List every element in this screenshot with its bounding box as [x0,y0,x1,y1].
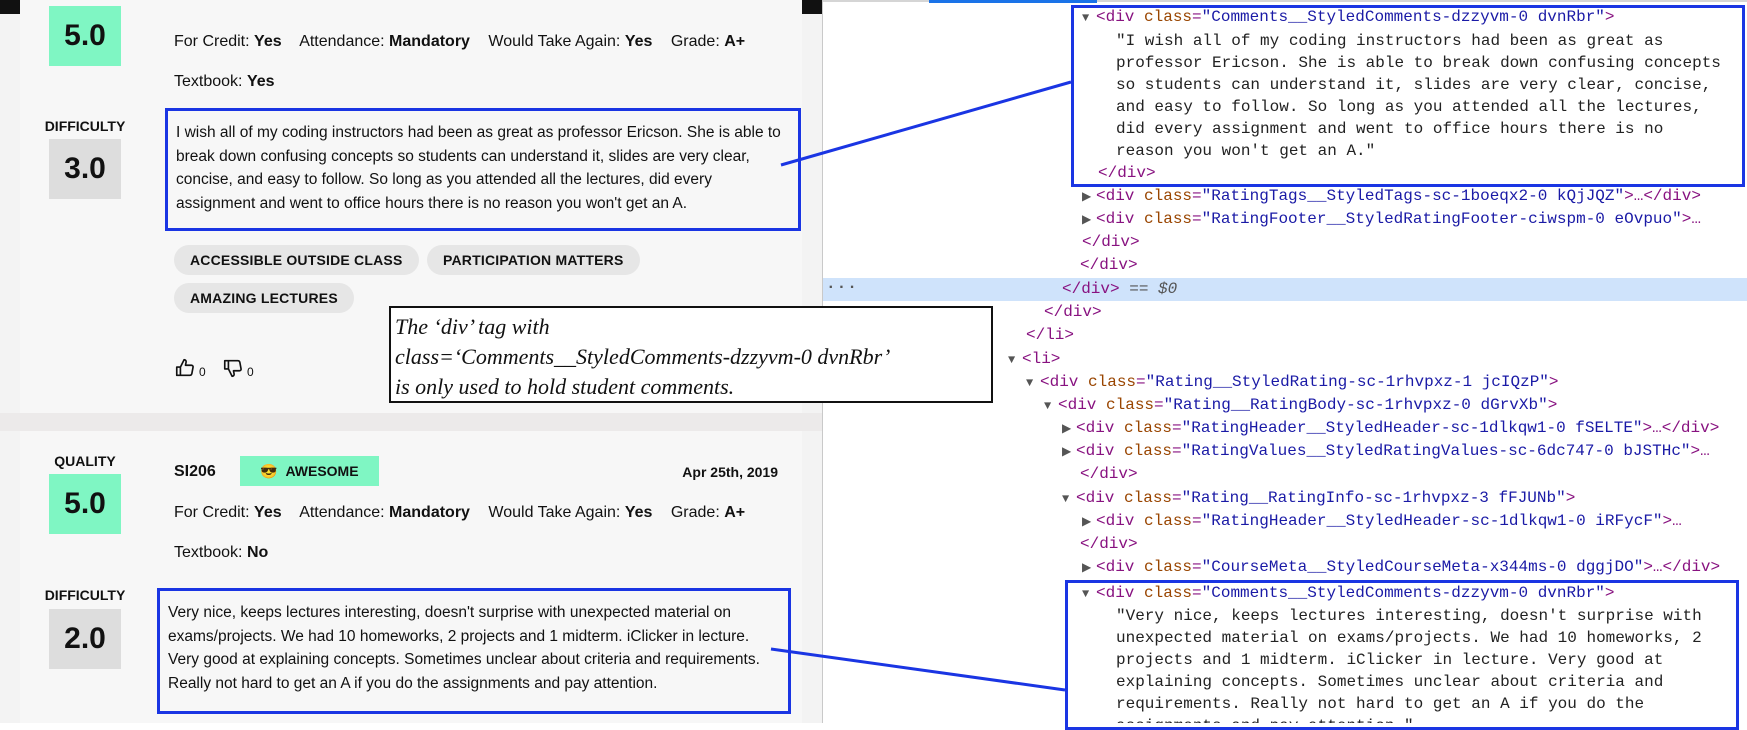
meta-would-take-again: Would Take Again: Yes [488,33,653,50]
node-actions-dots[interactable]: ··· [826,278,858,301]
thumbs-up-icon [175,358,194,377]
selected-node-row[interactable] [822,278,1747,301]
dom-node-close: </div> [1080,535,1138,553]
course-code: SI206 [174,463,216,480]
difficulty-score: 3.0 [49,139,121,199]
rating-badge: 😎 AWESOME [240,456,379,486]
meta-attendance: Attendance: Mandatory [299,33,470,50]
dom-node-rating-info[interactable]: ▼ <div class="Rating__RatingInfo-sc-1rhvp… [1062,487,1575,510]
dom-node-rating-footer[interactable]: ▶ <div class="RatingFooter__StyledRatingF… [1082,208,1701,231]
expand-arrow-icon[interactable]: ▼ [1026,372,1040,395]
collapsed-arrow-icon[interactable]: ▶ [1062,418,1076,441]
dom-node-close: </div> [1080,465,1138,483]
collapsed-arrow-icon[interactable]: ▶ [1082,186,1096,209]
quality-score: 5.0 [49,474,121,534]
thumbs-down-icon [223,359,242,378]
tag-accessible-outside-class: ACCESSIBLE OUTSIDE CLASS [174,245,419,275]
difficulty-score: 2.0 [49,609,121,669]
review-date: Apr 25th, 2019 [682,464,778,480]
meta-for-credit: For Credit: Yes [174,504,282,521]
review2-comment: Very nice, keeps lectures interesting, d… [157,588,791,714]
expand-arrow-icon[interactable]: ▼ [1044,395,1058,418]
dom-node-selected-close[interactable]: </div> == $0 [1062,278,1177,301]
collapsed-arrow-icon[interactable]: ▶ [1082,557,1096,580]
review2-textbook: Textbook: No [174,544,269,561]
devtools-active-tab-indicator [929,0,1097,3]
annotation-line-2: class=‘Comments__StyledComments-dzzyvm-0… [395,344,891,369]
dom-node-rating-body[interactable]: ▼ <div class="Rating__RatingBody-sc-1rhvp… [1044,394,1557,417]
review1-comment: I wish all of my coding instructors had … [165,108,801,231]
meta-attendance: Attendance: Mandatory [299,504,470,521]
dom-node-rating-values[interactable]: ▶ <div class="RatingValues__StyledRatingV… [1062,440,1710,463]
dom-node-close: </div> [1044,303,1102,321]
expand-arrow-icon[interactable]: ▼ [1008,349,1022,372]
collapsed-arrow-icon[interactable]: ▶ [1082,209,1096,232]
meta-grade: Grade: A+ [670,33,746,50]
dom-node-li[interactable]: ▼ <li> [1008,348,1060,371]
review1-textbook: Textbook: Yes [174,73,275,90]
dom-node-li-close: </li> [1026,326,1075,344]
tag-participation-matters: PARTICIPATION MATTERS [427,245,640,275]
meta-for-credit: For Credit: Yes [174,33,282,50]
expand-arrow-icon[interactable]: ▼ [1062,488,1076,511]
quality-score: 5.0 [49,6,121,66]
dom-node-rating-header-2[interactable]: ▶ <div class="RatingHeader__StyledHeader-… [1082,510,1682,533]
collapsed-arrow-icon[interactable]: ▶ [1082,511,1096,534]
tag-amazing-lectures: AMAZING LECTURES [174,283,354,313]
sunglasses-emoji-icon: 😎 [260,462,278,479]
annotation-callout: The ‘div’ tag with class=‘Comments__Styl… [389,306,993,403]
difficulty-label: DIFFICULTY [44,118,126,134]
thumbs-up-button[interactable]: 0 [174,357,206,379]
rating-badge-label: AWESOME [285,463,359,479]
dom-node-course-meta[interactable]: ▶ <div class="CourseMeta__StyledCourseMet… [1082,556,1720,579]
dom-node-rating[interactable]: ▼ <div class="Rating__StyledRating-sc-1rh… [1026,371,1559,394]
thumbs-down-count: 0 [247,365,254,379]
annotation-line-3: is only used to hold student comments. [395,374,735,399]
dom-node-close: </div> [1080,256,1138,274]
highlight-box-comment-2-dom [1065,580,1739,730]
review1-meta-row: For Credit: Yes Attendance: Mandatory Wo… [174,33,759,51]
review-separator [0,413,822,431]
dom-node-rating-header[interactable]: ▶ <div class="RatingHeader__StyledHeader-… [1062,417,1719,440]
highlight-box-comment-1-dom [1071,5,1745,187]
meta-grade: Grade: A+ [670,504,746,521]
collapsed-arrow-icon[interactable]: ▶ [1062,441,1076,464]
meta-would-take-again: Would Take Again: Yes [488,504,653,521]
review-card-2: QUALITY 5.0 SI206 😎 AWESOME Apr 25th, 20… [20,431,802,723]
review2-meta-row: For Credit: Yes Attendance: Mandatory Wo… [174,504,759,522]
dom-node-rating-tags[interactable]: ▶ <div class="RatingTags__StyledTags-sc-1… [1082,185,1701,208]
thumbs-up-count: 0 [199,365,206,379]
dom-node-close: </div> [1082,233,1140,251]
difficulty-label: DIFFICULTY [44,587,126,603]
annotation-line-1: The ‘div’ tag with [395,314,550,339]
thumbs-down-button[interactable]: 0 [222,357,254,379]
quality-label: QUALITY [54,453,116,469]
